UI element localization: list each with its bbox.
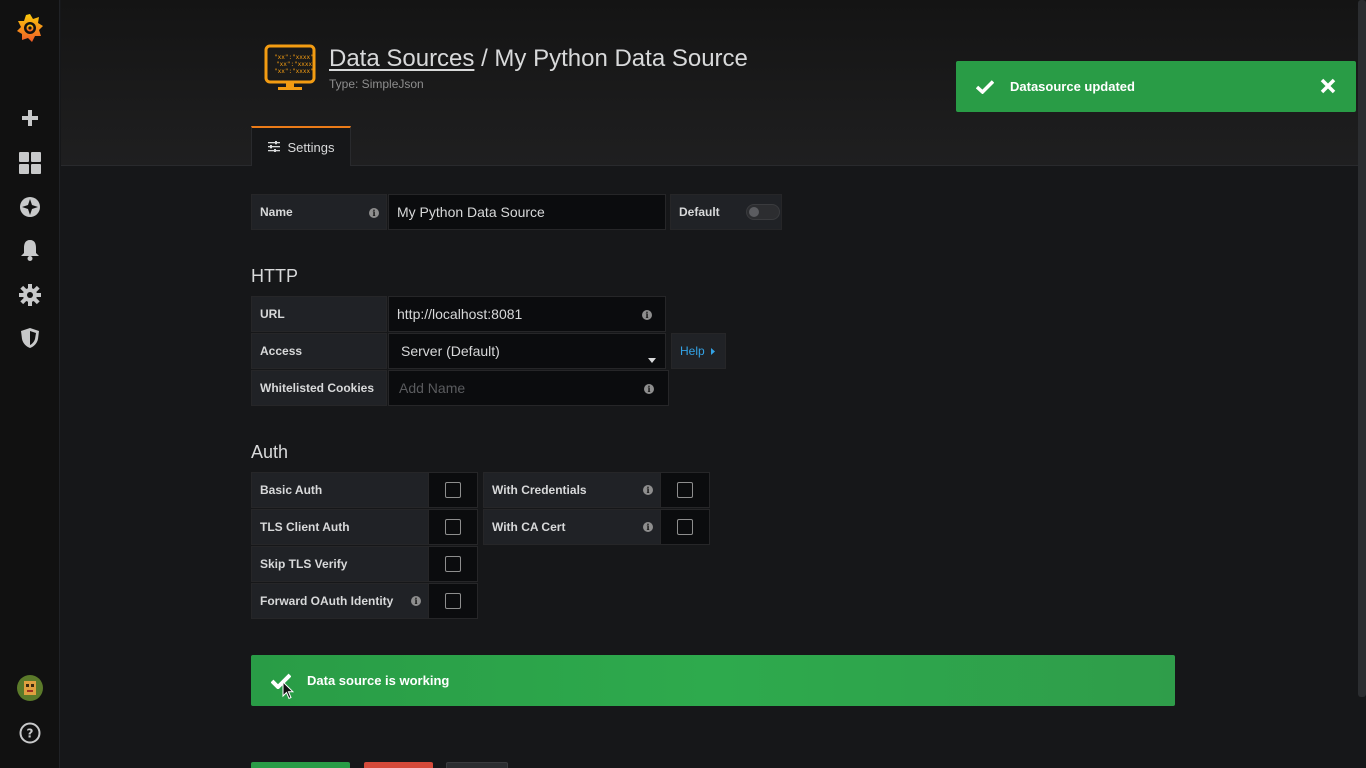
with-ca-cert-checkbox[interactable] — [677, 519, 693, 535]
with-credentials-label-text: With Credentials — [492, 483, 587, 497]
caret-right-icon — [710, 344, 715, 358]
toast-notification: Datasource updated — [956, 61, 1356, 112]
back-button[interactable] — [446, 762, 508, 768]
save-test-button[interactable] — [251, 762, 350, 768]
help-button[interactable]: Help — [671, 333, 726, 369]
http-section-title: HTTP — [251, 266, 298, 286]
skip-tls-verify-label: Skip TLS Verify — [251, 546, 429, 582]
sidebar: ? — [0, 0, 60, 768]
access-label: Access — [251, 333, 387, 369]
basic-auth-cell — [428, 472, 478, 508]
forward-oauth-info-icon[interactable]: i — [411, 596, 421, 606]
svg-text:"xx":"xxxx": "xx":"xxxx" — [276, 61, 316, 68]
svg-text:?: ? — [27, 727, 34, 741]
name-label: Name — [251, 194, 387, 230]
forward-oauth-label-text: Forward OAuth Identity — [260, 594, 394, 608]
toggle-knob — [749, 207, 759, 217]
tab-settings[interactable]: Settings — [251, 126, 351, 166]
basic-auth-label: Basic Auth — [251, 472, 429, 508]
tls-client-auth-label-text: TLS Client Auth — [260, 520, 350, 534]
name-input[interactable]: My Python Data Source — [388, 194, 666, 230]
datasource-title: My Python Data Source — [494, 45, 748, 72]
page-title: Data Sources / My Python Data Source — [329, 45, 748, 73]
default-label-text: Default — [679, 205, 720, 219]
tls-client-auth-label: TLS Client Auth — [251, 509, 429, 545]
caret-down-icon — [648, 350, 656, 366]
grafana-logo-icon[interactable] — [0, 10, 60, 46]
with-credentials-cell — [660, 472, 710, 508]
access-select[interactable]: Server (Default) — [388, 333, 666, 369]
create-plus-icon[interactable] — [0, 100, 60, 136]
tab-settings-label: Settings — [287, 139, 335, 155]
tls-client-auth-cell — [428, 509, 478, 545]
svg-text:"xx":"xxxx": "xx":"xxxx" — [274, 54, 314, 61]
whitelisted-cookies-input[interactable]: Add Name — [388, 370, 669, 406]
with-ca-cert-cell — [660, 509, 710, 545]
url-info-icon[interactable]: i — [642, 310, 652, 320]
url-label: URL — [251, 296, 387, 332]
skip-tls-verify-label-text: Skip TLS Verify — [260, 557, 348, 571]
status-message: Data source is working — [307, 673, 450, 688]
configuration-gear-icon[interactable] — [0, 277, 60, 313]
skip-tls-verify-cell — [428, 546, 478, 582]
forward-oauth-cell — [428, 583, 478, 619]
with-ca-cert-info-icon[interactable]: i — [643, 522, 653, 532]
basic-auth-label-text: Basic Auth — [260, 483, 323, 497]
datasource-logo-icon: "xx":"xxxx" "xx":"xxxx" "xx":"xxxx" — [264, 44, 316, 92]
explore-compass-icon[interactable] — [0, 189, 60, 225]
help-question-icon[interactable]: ? — [0, 715, 60, 751]
whitelisted-cookies-label-text: Whitelisted Cookies — [260, 381, 375, 395]
skip-tls-verify-checkbox[interactable] — [445, 556, 461, 572]
cookies-info-icon[interactable]: i — [644, 384, 654, 394]
tls-client-auth-checkbox[interactable] — [445, 519, 461, 535]
dashboards-icon[interactable] — [0, 145, 60, 181]
close-icon[interactable] — [1320, 78, 1336, 94]
breadcrumb-separator: / — [474, 45, 495, 72]
alerting-bell-icon[interactable] — [0, 232, 60, 268]
with-ca-cert-label-text: With CA Cert — [492, 520, 566, 534]
page-subtitle: Type: SimpleJson — [329, 77, 424, 91]
name-info-icon[interactable]: i — [369, 208, 379, 218]
user-avatar[interactable] — [0, 670, 60, 706]
with-credentials-label: With Credentials — [483, 472, 661, 508]
with-ca-cert-label: With CA Cert — [483, 509, 661, 545]
scrollbar[interactable] — [1358, 0, 1366, 697]
svg-text:"xx":"xxxx": "xx":"xxxx" — [274, 68, 314, 75]
access-label-text: Access — [260, 344, 303, 358]
toast-message: Datasource updated — [1010, 79, 1135, 94]
datasource-status-alert: Data source is working — [251, 655, 1175, 706]
check-icon — [976, 79, 994, 94]
access-select-value: Server (Default) — [401, 343, 500, 359]
with-credentials-checkbox[interactable] — [677, 482, 693, 498]
basic-auth-checkbox[interactable] — [445, 482, 461, 498]
name-label-text: Name — [260, 205, 293, 219]
sliders-icon — [267, 140, 280, 155]
with-credentials-info-icon[interactable]: i — [643, 485, 653, 495]
whitelisted-cookies-label: Whitelisted Cookies — [251, 370, 387, 406]
url-input[interactable]: http://localhost:8081 — [388, 296, 666, 332]
help-button-label: Help — [680, 344, 705, 358]
url-label-text: URL — [260, 307, 285, 321]
auth-section-title: Auth — [251, 442, 289, 462]
forward-oauth-checkbox[interactable] — [445, 593, 461, 609]
mouse-cursor-icon — [282, 681, 294, 700]
server-admin-shield-icon[interactable] — [0, 320, 60, 356]
breadcrumb-data-sources-link[interactable]: Data Sources — [329, 45, 474, 72]
forward-oauth-label: Forward OAuth Identity — [251, 583, 429, 619]
delete-button[interactable] — [364, 762, 433, 768]
default-toggle[interactable] — [746, 204, 780, 220]
